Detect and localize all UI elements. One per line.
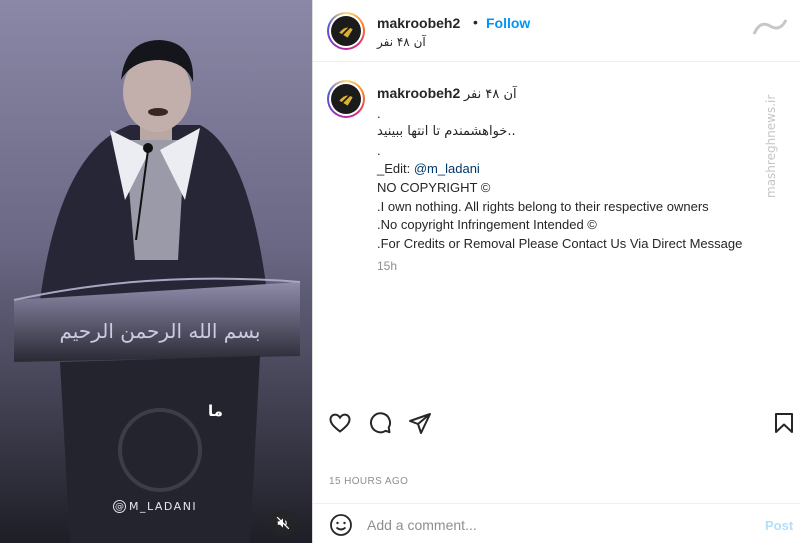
video-caption-overlay: ما <box>208 402 223 420</box>
speaker-muted-icon <box>276 516 290 530</box>
share-button[interactable] <box>407 410 433 436</box>
avatar[interactable] <box>327 12 365 50</box>
paper-plane-icon <box>409 413 431 434</box>
video-credit-watermark: @ M_LADANI <box>113 500 197 513</box>
caption-avatar[interactable] <box>327 80 365 118</box>
comment-icon <box>370 412 392 434</box>
caption-edit-label: _Edit: <box>377 161 414 177</box>
caption-line: .No copyright Infringement Intended © <box>377 217 597 233</box>
header-subtitle: آن ۴۸ نفر <box>377 35 426 49</box>
caption-age[interactable]: 15h <box>377 257 787 276</box>
mute-button[interactable] <box>270 510 296 536</box>
caption-line: . <box>377 105 381 121</box>
caption-line: NO COPYRIGHT © <box>377 179 491 195</box>
post-caption: makroobeh2 آن ۴۸ نفر . خواهشمندم تا انته… <box>377 84 787 276</box>
heart-icon <box>329 413 351 433</box>
comment-bar: Post <box>313 503 800 543</box>
post-timestamp[interactable]: 15 HOURS AGO <box>329 476 408 487</box>
post-media-video[interactable]: بسم الله الرحمن الرحیم ما @ M_LADANI <box>0 0 312 543</box>
caption-line: . <box>377 142 381 158</box>
separator-dot: • <box>473 14 478 30</box>
save-button[interactable] <box>771 410 797 436</box>
post-sidebar: makroobeh2 • Follow آن ۴۸ نفر mashreghne… <box>312 0 800 543</box>
comment-input[interactable] <box>367 514 747 536</box>
caption-line: .For Credits or Removal Please Contact U… <box>377 235 743 251</box>
site-logo-icon <box>752 19 788 35</box>
caption-line: خواهشمندم تا انتها ببینید.. <box>377 124 516 140</box>
caption-line: .I own nothing. All rights belong to the… <box>377 198 709 214</box>
comment-button[interactable] <box>367 410 393 436</box>
username-link[interactable]: makroobeh2 <box>377 15 460 31</box>
lectern-calligraphy: بسم الله الرحمن الرحیم <box>59 319 260 343</box>
account-logo-icon <box>339 25 353 38</box>
at-sign-icon: @ <box>113 500 126 513</box>
follow-button[interactable]: Follow <box>486 15 530 31</box>
caption-username[interactable]: makroobeh2 <box>377 85 460 101</box>
mention-link[interactable]: @m_ladani <box>414 161 480 176</box>
caption-heading: آن ۴۸ نفر <box>463 87 517 102</box>
account-logo-icon <box>339 93 353 106</box>
credit-text: M_LADANI <box>129 500 198 513</box>
action-bar <box>313 407 800 439</box>
smiley-icon <box>330 514 352 536</box>
bookmark-icon <box>775 413 793 433</box>
post-header: makroobeh2 • Follow آن ۴۸ نفر <box>313 0 800 62</box>
post-comment-button[interactable]: Post <box>765 518 793 533</box>
emoji-button[interactable] <box>329 513 353 537</box>
like-button[interactable] <box>327 410 353 436</box>
video-frame: بسم الله الرحمن الرحیم <box>0 0 312 543</box>
